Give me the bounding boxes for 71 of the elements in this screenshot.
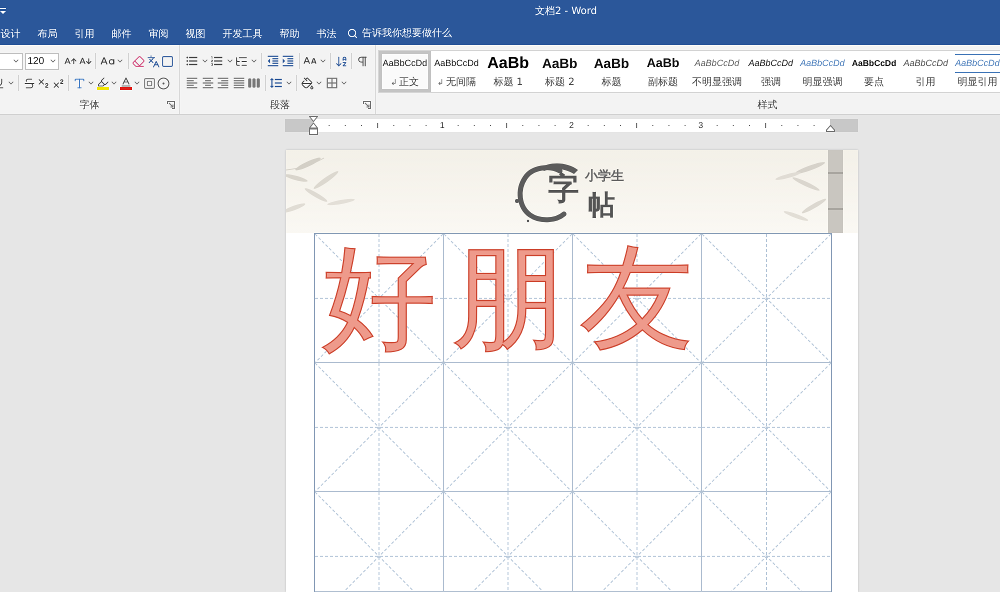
- caret-icon[interactable]: [315, 79, 323, 87]
- font-color-icon[interactable]: [120, 76, 132, 90]
- group-label: 样式: [758, 98, 778, 112]
- align-left-icon[interactable]: [185, 76, 199, 90]
- grid-icon[interactable]: [324, 76, 338, 90]
- translate-icon[interactable]: [146, 54, 160, 68]
- dialog-launcher-icon[interactable]: [167, 101, 175, 109]
- numbered-list-icon[interactable]: [210, 54, 224, 68]
- text-effects-icon[interactable]: [72, 76, 86, 90]
- caret-icon[interactable]: [6, 79, 14, 87]
- ribbon-tab[interactable]: 视图: [177, 22, 214, 45]
- lines-icon[interactable]: [0, 7, 6, 15]
- align-center-icon[interactable]: [200, 76, 214, 90]
- highlighter-icon[interactable]: [96, 76, 108, 90]
- caret-icon[interactable]: [48, 56, 56, 64]
- dialog-launcher-icon[interactable]: [363, 101, 371, 109]
- ribbon-tab[interactable]: 布局: [29, 22, 66, 45]
- ribbon-tab[interactable]: 审阅: [140, 22, 177, 45]
- indent-marker-icon[interactable]: [826, 125, 834, 132]
- caret-icon[interactable]: [250, 57, 258, 65]
- superscript-icon[interactable]: [52, 76, 64, 90]
- eraser-icon[interactable]: [132, 54, 145, 68]
- style-option[interactable]: AaBbCcDd ↲ 正文: [379, 51, 431, 92]
- search-icon[interactable]: [347, 28, 358, 39]
- caret-icon[interactable]: [110, 79, 118, 87]
- circle-dot-icon[interactable]: [157, 76, 170, 90]
- group-label: 段落: [270, 98, 290, 112]
- ribbon-tab[interactable]: 书法: [308, 22, 345, 45]
- bulleted-list-icon[interactable]: [185, 54, 199, 68]
- ribbon-tab[interactable]: 帮助: [271, 22, 308, 45]
- decrease-indent-icon[interactable]: [266, 54, 280, 68]
- ink-circle-drawing: [514, 160, 581, 224]
- caret-icon[interactable]: [133, 79, 141, 87]
- align-right-icon[interactable]: [216, 76, 230, 90]
- caret-icon[interactable]: [200, 57, 208, 65]
- ruler-number: 3: [698, 119, 704, 132]
- logo-character: 字: [548, 174, 579, 204]
- line-spacing-icon[interactable]: [269, 76, 283, 90]
- indent-marker-icon[interactable]: [308, 116, 318, 135]
- strikethrough-icon[interactable]: [22, 76, 36, 90]
- window-title: 文档2 - Word: [535, 4, 598, 18]
- ribbon-tab[interactable]: 邮件: [103, 22, 140, 45]
- caret-icon[interactable]: [226, 57, 234, 65]
- logo-subtitle: 小学生: [585, 170, 624, 182]
- ribbon-tab[interactable]: 开发工具: [214, 22, 271, 45]
- caret-icon[interactable]: [116, 57, 124, 65]
- style-option[interactable]: AaBbCcDd 明显引用: [952, 51, 1000, 92]
- caret-icon[interactable]: [318, 57, 326, 65]
- ribbon-tab[interactable]: 设计: [0, 22, 29, 45]
- columns-icon[interactable]: [247, 76, 261, 90]
- subscript-icon[interactable]: [37, 76, 50, 90]
- ribbon-tab[interactable]: 引用: [66, 22, 103, 45]
- logo-character: 帖: [588, 192, 615, 218]
- group-label: 字体: [80, 98, 100, 112]
- list-tree-icon[interactable]: [235, 54, 248, 68]
- ruler-number: 1: [440, 119, 445, 132]
- font-name-field[interactable]: [0, 52, 23, 70]
- sort-icon[interactable]: [334, 54, 348, 68]
- pilcrow-icon[interactable]: [356, 54, 368, 68]
- square-icon[interactable]: [161, 54, 174, 68]
- tell-me-field[interactable]: 告诉我你想要做什么: [362, 28, 462, 39]
- ruler-number: 2: [569, 119, 574, 132]
- font-size-field[interactable]: 120: [24, 52, 58, 70]
- paint-bucket-icon[interactable]: [300, 76, 314, 90]
- shaded-square-icon[interactable]: [142, 76, 156, 90]
- increase-indent-icon[interactable]: [281, 54, 295, 68]
- caret-icon[interactable]: [12, 57, 20, 65]
- caret-icon[interactable]: [87, 79, 95, 87]
- caret-icon[interactable]: [340, 79, 348, 87]
- caret-icon[interactable]: [284, 79, 292, 87]
- align-justify-icon[interactable]: [232, 76, 246, 90]
